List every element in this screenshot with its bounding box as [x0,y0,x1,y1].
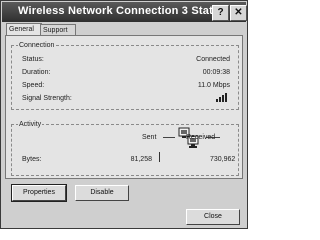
duration-value: 00:09:38 [202,69,230,76]
window-close-button[interactable]: ✕ [230,5,247,21]
status-row: Status: Connected [22,55,230,64]
activity-legend: Activity [18,120,43,129]
properties-button[interactable]: Properties [11,184,67,202]
status-label: Status: [22,56,44,63]
bytes-divider [159,152,160,162]
signal-bars-icon [216,93,230,102]
disable-button[interactable]: Disable [75,185,129,201]
bytes-label: Bytes: [22,156,42,163]
connection-group: Connection Status: Connected Duration: 0… [11,41,239,110]
status-value: Connected [196,56,230,63]
speed-label: Speed: [22,82,45,89]
sent-line [163,137,175,138]
connection-legend: Connection [18,41,56,50]
speed-value: 11.0 Mbps [197,82,230,89]
window-title: Wireless Network Connection 3 Status [18,5,227,17]
close-button[interactable]: Close [186,209,240,225]
activity-group: Activity Sent Received Bytes: 81,258 730… [11,120,239,176]
bytes-received-value: 730,962 [210,156,236,163]
help-button[interactable]: ? [212,5,229,21]
signal-label: Signal Strength: [22,95,72,102]
received-header: Received [186,134,216,141]
bytes-sent-value: 81,258 [130,156,152,163]
duration-label: Duration: [22,69,51,76]
sent-header: Sent [142,134,157,141]
general-panel: Connection Status: Connected Duration: 0… [5,35,243,179]
status-dialog: Wireless Network Connection 3 Status ? ✕… [0,0,248,229]
duration-row: Duration: 00:09:38 [22,68,230,77]
signal-row: Signal Strength: [22,93,230,103]
title-bar[interactable]: Wireless Network Connection 3 Status ? ✕ [2,2,247,22]
speed-row: Speed: 11.0 Mbps [22,81,230,90]
